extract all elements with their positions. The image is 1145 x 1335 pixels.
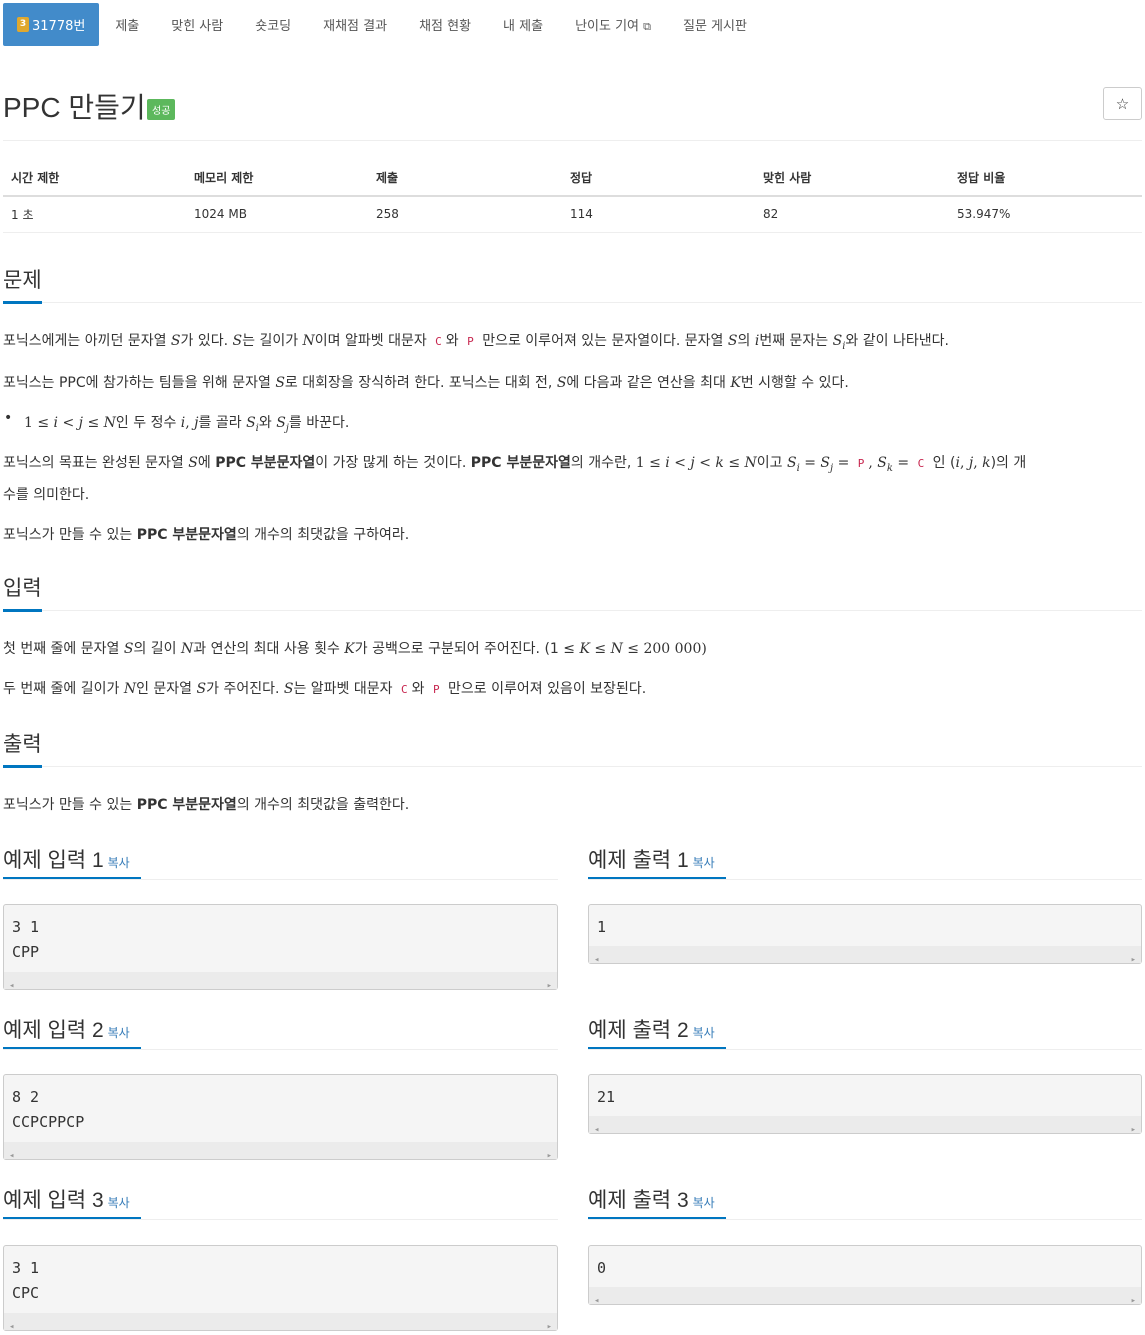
- sample-output-1-heading: 예제 출력 1 복사: [588, 849, 715, 872]
- copy-button[interactable]: 복사: [108, 856, 130, 870]
- table-cell: 114: [562, 196, 755, 233]
- table-cell: 53.947%: [949, 196, 1142, 233]
- section-problem: 문제: [3, 264, 1142, 304]
- problem-info-table: 시간 제한 메모리 제한 제출 정답 맞힌 사람 정답 비율 1 초 1024 …: [3, 160, 1142, 233]
- problem-nav: 3 31778번 제출 맞힌 사람 숏코딩 재채점 결과 채점 현황 내 제출 난…: [3, 3, 763, 46]
- table-cell: 82: [755, 196, 949, 233]
- star-icon: ☆: [1115, 94, 1130, 113]
- problem-paragraph-3: 포닉스의 목표는 완성된 문자열 S에 PPC 부분문자열이 가장 많게 하는 …: [3, 455, 1027, 474]
- table-header: 시간 제한: [3, 160, 186, 197]
- table-row: 1 초 1024 MB 258 114 82 53.947%: [3, 196, 1142, 233]
- list-item: • 1 ≤ i < j ≤ N인 두 정수 i, j를 골라 Si와 Sj를 바…: [4, 410, 350, 434]
- sample-input-1[interactable]: 3 1 CPP ◂ ▸: [3, 904, 558, 991]
- copy-button[interactable]: 복사: [693, 1196, 715, 1210]
- sample-input-1-heading: 예제 입력 1 복사: [3, 849, 130, 872]
- status-badge: 성공: [147, 99, 176, 120]
- horizontal-scrollbar[interactable]: ◂ ▸: [589, 1116, 1141, 1135]
- table-cell: 1024 MB: [186, 196, 368, 233]
- input-paragraph-1: 첫 번째 줄에 문자열 S의 길이 N과 연산의 최대 사용 횟수 K가 공백으…: [3, 641, 707, 657]
- table-header-row: 시간 제한 메모리 제한 제출 정답 맞힌 사람 정답 비율: [3, 160, 1142, 197]
- table-header: 메모리 제한: [186, 160, 368, 197]
- external-link-icon: ⧉: [643, 20, 651, 33]
- problem-paragraph-1: 포닉스에게는 아끼던 문자열 S가 있다. S는 길이가 N이며 알파벳 대문자…: [3, 333, 949, 352]
- horizontal-scrollbar[interactable]: ◂ ▸: [589, 1287, 1141, 1306]
- copy-button[interactable]: 복사: [693, 856, 715, 870]
- sample-input-3-heading: 예제 입력 3 복사: [3, 1189, 130, 1212]
- section-heading: 문제: [3, 264, 42, 304]
- tab-problem-number-label: 31778번: [32, 19, 86, 34]
- tab-rejudge-result[interactable]: 재채점 결과: [307, 15, 403, 34]
- section-input: 입력: [3, 572, 1142, 612]
- tab-status[interactable]: 채점 현황: [403, 15, 487, 34]
- input-paragraph-2: 두 번째 줄에 길이가 N인 문자열 S가 주어진다. S는 알파벳 대문자 C…: [3, 681, 647, 697]
- table-header: 제출: [368, 160, 562, 197]
- problem-paragraph-4: 포닉스가 만들 수 있는 PPC 부분문자열의 개수의 최댓값을 구하여라.: [3, 527, 410, 543]
- horizontal-scrollbar[interactable]: ◂ ▸: [589, 946, 1141, 965]
- tab-difficulty-label: 난이도 기여: [575, 19, 639, 34]
- copy-button[interactable]: 복사: [108, 1026, 130, 1040]
- tab-qna-board[interactable]: 질문 게시판: [667, 15, 763, 34]
- sample-input-3[interactable]: 3 1 CPC ◂ ▸: [3, 1245, 558, 1332]
- star-button[interactable]: ☆: [1103, 87, 1142, 120]
- horizontal-scrollbar[interactable]: ◂ ▸: [4, 1142, 557, 1161]
- copy-button[interactable]: 복사: [108, 1196, 130, 1210]
- output-paragraph: 포닉스가 만들 수 있는 PPC 부분문자열의 개수의 최댓값을 출력한다.: [3, 797, 410, 813]
- tab-difficulty-contribution[interactable]: 난이도 기여 ⧉: [559, 15, 667, 34]
- sample-output-3[interactable]: 0 ◂ ▸: [588, 1245, 1142, 1306]
- tab-short-coding[interactable]: 숏코딩: [239, 15, 307, 34]
- tab-my-submissions[interactable]: 내 제출: [487, 15, 559, 34]
- page-title: PPC 만들기: [3, 92, 146, 123]
- section-heading: 출력: [3, 728, 42, 768]
- section-heading: 입력: [3, 572, 42, 612]
- problem-paragraph-3-cont: 수를 의미한다.: [3, 487, 90, 503]
- tab-solved-users[interactable]: 맞힌 사람: [155, 15, 239, 34]
- sample-output-3-heading: 예제 출력 3 복사: [588, 1189, 715, 1212]
- sample-output-1[interactable]: 1 ◂ ▸: [588, 904, 1142, 965]
- horizontal-scrollbar[interactable]: ◂ ▸: [4, 972, 557, 991]
- sample-output-2[interactable]: 21 ◂ ▸: [588, 1074, 1142, 1135]
- table-header: 맞힌 사람: [755, 160, 949, 197]
- table-header: 정답 비율: [949, 160, 1142, 197]
- sample-input-2-heading: 예제 입력 2 복사: [3, 1019, 130, 1042]
- horizontal-scrollbar[interactable]: ◂ ▸: [4, 1313, 557, 1332]
- copy-button[interactable]: 복사: [693, 1026, 715, 1040]
- tab-submit[interactable]: 제출: [99, 15, 155, 34]
- section-output: 출력: [3, 728, 1142, 768]
- divider: [3, 140, 1142, 141]
- table-cell: 258: [368, 196, 562, 233]
- problem-paragraph-2: 포닉스는 PPC에 참가하는 팀들을 위해 문자열 S로 대회장을 장식하려 한…: [3, 375, 849, 391]
- tab-problem-number[interactable]: 3 31778번: [3, 3, 100, 46]
- sample-input-2[interactable]: 8 2 CCPCPPCP ◂ ▸: [3, 1074, 558, 1161]
- table-cell: 1 초: [3, 196, 186, 233]
- tier-badge-icon: 3: [17, 17, 29, 32]
- sample-output-2-heading: 예제 출력 2 복사: [588, 1019, 715, 1042]
- table-header: 정답: [562, 160, 755, 197]
